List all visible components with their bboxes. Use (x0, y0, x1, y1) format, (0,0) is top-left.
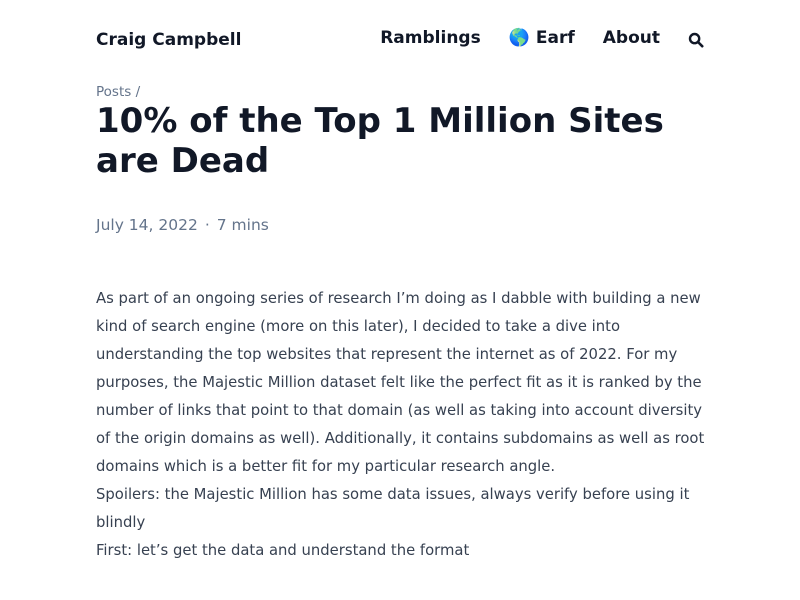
search-icon (688, 32, 704, 48)
post-meta: July 14, 2022 · 7 mins (96, 216, 269, 234)
page: Craig Campbell Ramblings 🌎 Earf About Po… (0, 0, 800, 600)
breadcrumb-posts-link[interactable]: Posts (96, 84, 131, 100)
nav-earf-label: Earf (535, 28, 575, 48)
globe-icon: 🌎 (508, 28, 530, 48)
nav-ramblings-label: Ramblings (380, 28, 481, 48)
nav-about-link[interactable]: About (603, 28, 660, 48)
post-content: As part of an ongoing series of research… (96, 285, 708, 565)
nav-earf-link[interactable]: 🌎 Earf (509, 28, 575, 48)
breadcrumb-separator: / (135, 84, 141, 100)
post-read-time: 7 mins (216, 216, 269, 234)
breadcrumb: Posts / (96, 84, 140, 100)
post-paragraph-2: Spoilers: the Majestic Million has some … (96, 486, 690, 531)
site-title-link[interactable]: Craig Campbell (96, 30, 241, 50)
post-date: July 14, 2022 (96, 216, 198, 234)
site-header: Craig Campbell Ramblings 🌎 Earf About (96, 28, 704, 54)
search-button[interactable] (688, 32, 704, 48)
post-title: 10% of the Top 1 Million Sites are Dead (96, 101, 664, 181)
main-nav: Ramblings 🌎 Earf About (380, 28, 704, 48)
nav-ramblings-link[interactable]: Ramblings (380, 28, 481, 48)
nav-about-label: About (602, 28, 660, 48)
post-paragraph-3: First: let’s get the data and understand… (96, 542, 470, 559)
post-paragraph-1: As part of an ongoing series of research… (96, 290, 705, 475)
meta-separator: · (204, 216, 210, 234)
